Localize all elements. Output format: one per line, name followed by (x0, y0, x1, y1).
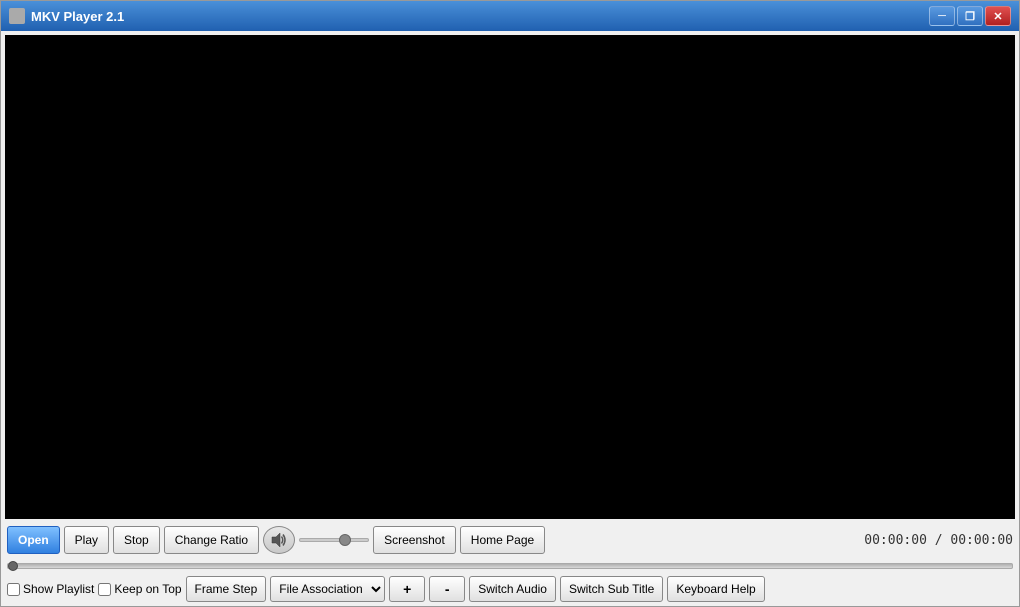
volume-slider[interactable] (299, 538, 369, 542)
switch-audio-button[interactable]: Switch Audio (469, 576, 556, 602)
keep-on-top-label[interactable]: Keep on Top (98, 582, 181, 596)
screenshot-button[interactable]: Screenshot (373, 526, 456, 554)
title-bar: MKV Player 2.1 ─ ❐ ✕ (1, 1, 1019, 31)
show-playlist-label[interactable]: Show Playlist (7, 582, 94, 596)
window-controls: ─ ❐ ✕ (929, 6, 1011, 26)
home-page-button[interactable]: Home Page (460, 526, 545, 554)
secondary-controls-row: Show Playlist Keep on Top Frame Step Fil… (7, 576, 1013, 602)
play-button[interactable]: Play (64, 526, 109, 554)
open-button[interactable]: Open (7, 526, 60, 554)
keep-on-top-checkbox[interactable] (98, 583, 111, 596)
restore-button[interactable]: ❐ (957, 6, 983, 26)
seek-bar[interactable] (7, 563, 1013, 569)
time-display: 00:00:00 / 00:00:00 (864, 533, 1013, 548)
plus-button[interactable]: + (389, 576, 425, 602)
frame-step-button[interactable]: Frame Step (186, 576, 267, 602)
file-association-dropdown[interactable]: File Association (270, 576, 385, 602)
controls-area: Open Play Stop Change Ratio Screenshot H… (1, 521, 1019, 606)
minus-button[interactable]: - (429, 576, 465, 602)
main-controls-row: Open Play Stop Change Ratio Screenshot H… (7, 526, 1013, 554)
window-title: MKV Player 2.1 (31, 9, 929, 24)
video-display (5, 35, 1015, 519)
stop-button[interactable]: Stop (113, 526, 160, 554)
close-button[interactable]: ✕ (985, 6, 1011, 26)
show-playlist-checkbox[interactable] (7, 583, 20, 596)
minimize-button[interactable]: ─ (929, 6, 955, 26)
volume-icon[interactable] (263, 526, 295, 554)
change-ratio-button[interactable]: Change Ratio (164, 526, 259, 554)
speaker-icon (270, 531, 288, 549)
app-icon (9, 8, 25, 24)
main-window: MKV Player 2.1 ─ ❐ ✕ Open Play Stop Chan… (0, 0, 1020, 607)
seek-bar-container (7, 558, 1013, 572)
keyboard-help-button[interactable]: Keyboard Help (667, 576, 764, 602)
switch-subtitle-button[interactable]: Switch Sub Title (560, 576, 663, 602)
